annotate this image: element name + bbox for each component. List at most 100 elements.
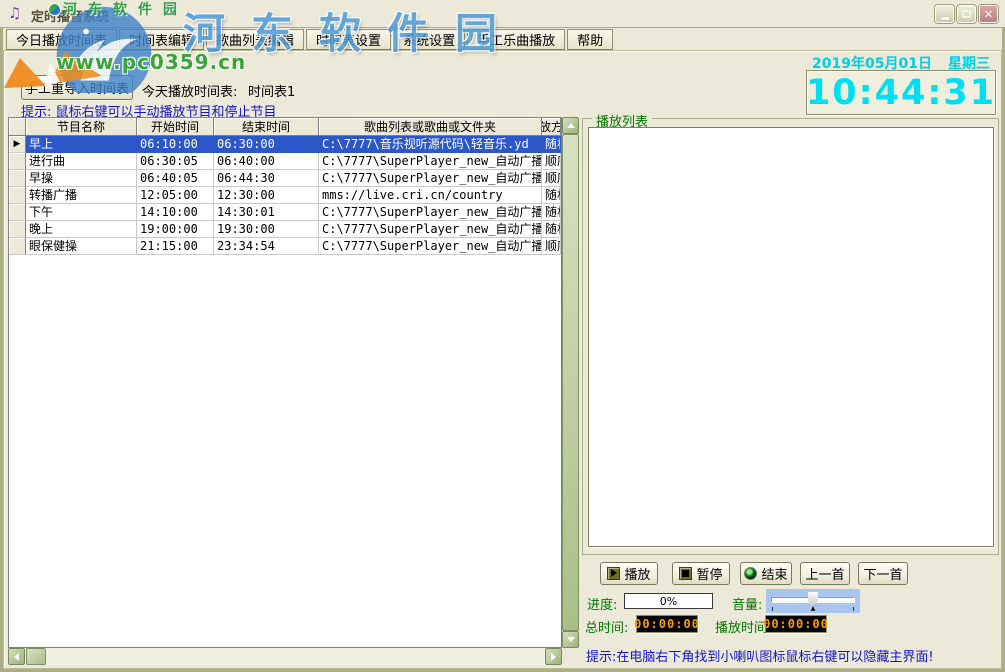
menu-tab-bar: 今日播放时间表时间表编辑歌曲列表编辑时间表设置系统设置手工乐曲播放帮助 [6,29,613,50]
minimize-button[interactable] [935,5,954,23]
cell-program-name: 眼保健操 [26,238,137,255]
volume-tick-left [772,607,773,611]
menu-tab[interactable]: 歌曲列表编辑 [206,29,304,50]
scroll-down-button[interactable] [562,631,579,648]
cell-program-name: 下午 [26,204,137,221]
cell-start-time: 21:15:00 [137,238,214,255]
column-header-source[interactable]: 歌曲列表或歌曲或文件夹 [319,118,542,136]
chevron-up-icon [567,119,575,128]
minimize-icon [941,17,949,20]
table-row[interactable]: 下午 14:10:00 14:30:01 C:\7777\SuperPlayer… [9,204,561,221]
row-indicator-cell [9,204,26,221]
menu-tab[interactable]: 时间表设置 [306,29,391,50]
pause-button[interactable]: 暂停 [672,562,730,585]
today-schedule-value: 时间表1 [248,81,295,100]
chevron-right-icon [551,653,560,661]
table-row[interactable]: 晚上 19:00:00 19:30:00 C:\7777\SuperPlayer… [9,221,561,238]
table-row[interactable]: 早操 06:40:05 06:44:30 C:\7777\SuperPlayer… [9,170,561,187]
music-note-icon: ♫ [8,4,21,22]
vertical-scroll-thumb[interactable] [562,134,579,631]
tray-hint: 提示:在电脑右下角找到小喇叭图标鼠标右键可以隐藏主界面! [586,646,934,665]
row-indicator-cell [9,187,26,204]
column-header-mode[interactable]: 播放方式 [542,118,561,136]
scroll-up-button[interactable] [562,117,579,134]
play-time-display: 00:00:00 [765,615,827,633]
chevron-down-icon [567,637,575,646]
header-indicator-cell [9,118,26,136]
cell-source-path: C:\7777\SuperPlayer_new_自动广播系统\m [319,170,542,187]
next-track-button[interactable]: 下一首 [858,562,908,585]
volume-center-mark: ▲ [811,605,816,612]
reimport-schedule-button[interactable]: 手工重导入时间表 [21,75,133,100]
stop-label: 结束 [761,564,787,583]
schedule-table: 节目名称 开始时间 结束时间 歌曲列表或歌曲或文件夹 播放方式 早上 06:10… [8,117,562,648]
window-controls: ✕ [935,5,998,23]
scroll-left-button[interactable] [8,648,25,665]
menu-tab[interactable]: 手工乐曲播放 [467,29,565,50]
previous-track-label: 上一首 [805,564,844,583]
play-time-label: 播放时间 [715,617,767,636]
row-indicator-cell [9,153,26,170]
previous-track-button[interactable]: 上一首 [800,562,850,585]
cell-end-time: 12:30:00 [214,187,319,204]
play-label: 播放 [624,564,650,583]
close-button[interactable]: ✕ [979,5,998,23]
stop-icon [744,567,757,580]
cell-source-path: mms://live.cri.cn/country [319,187,542,204]
cell-start-time: 06:40:05 [137,170,214,187]
cell-source-path: C:\7777\SuperPlayer_new_自动广播系统\m [319,204,542,221]
horizontal-scroll-thumb[interactable] [26,648,46,665]
volume-tick-right [853,607,854,611]
table-body: 早上 06:10:00 06:30:00 C:\7777\音乐视听源代码\轻音乐… [9,136,561,255]
volume-slider[interactable]: ▲ [766,589,860,613]
cell-play-mode: 随机 [542,204,561,221]
maximize-icon [962,10,971,18]
cell-program-name: 早操 [26,170,137,187]
column-header-end[interactable]: 结束时间 [214,118,319,136]
maximize-button[interactable] [957,5,976,23]
table-row[interactable]: 眼保健操 21:15:00 23:34:54 C:\7777\SuperPlay… [9,238,561,255]
stop-button[interactable]: 结束 [740,562,792,585]
table-vertical-scrollbar[interactable] [562,117,579,648]
pause-label: 暂停 [696,564,722,583]
cell-play-mode: 顺序 [542,238,561,255]
cell-end-time: 19:30:00 [214,221,319,238]
playlist-listbox[interactable] [588,127,994,547]
cell-end-time: 06:40:00 [214,153,319,170]
total-time-display: 00:00:00 [636,615,698,633]
cell-play-mode: 随机 [542,221,561,238]
cell-source-path: C:\7777\SuperPlayer_new_自动广播系统\m [319,238,542,255]
cell-end-time: 14:30:01 [214,204,319,221]
table-row[interactable]: 转播广播 12:05:00 12:30:00 mms://live.cri.cn… [9,187,561,204]
play-icon [607,567,620,580]
volume-label: 音量: [732,594,762,613]
total-time-label: 总时间: [585,617,628,636]
menu-tab[interactable]: 今日播放时间表 [6,29,117,50]
cell-play-mode: 随机 [542,187,561,204]
cell-program-name: 转播广播 [26,187,137,204]
cell-play-mode: 顺序 [542,153,561,170]
row-indicator-cell [9,238,26,255]
next-track-label: 下一首 [863,564,902,583]
pause-icon [679,567,692,580]
progress-value: 0% [660,595,677,608]
table-horizontal-scrollbar[interactable] [8,648,562,665]
cell-source-path: C:\7777\音乐视听源代码\轻音乐.yd [319,136,542,153]
table-row[interactable]: 早上 06:10:00 06:30:00 C:\7777\音乐视听源代码\轻音乐… [9,136,561,153]
cell-start-time: 14:10:00 [137,204,214,221]
column-header-program[interactable]: 节目名称 [26,118,137,136]
menu-tab[interactable]: 时间表编辑 [119,29,204,50]
column-header-start[interactable]: 开始时间 [137,118,214,136]
table-row[interactable]: 进行曲 06:30:05 06:40:00 C:\7777\SuperPlaye… [9,153,561,170]
scroll-right-button[interactable] [545,648,562,665]
cell-end-time: 23:34:54 [214,238,319,255]
cell-source-path: C:\7777\SuperPlayer_new_自动广播系统\m [319,153,542,170]
cell-start-time: 06:10:00 [137,136,214,153]
window-title: 定时播音系统 [31,6,109,25]
cell-source-path: C:\7777\SuperPlayer_new_自动广播系统\m [319,221,542,238]
cell-play-mode: 随机 [542,136,561,153]
menu-tab[interactable]: 帮助 [567,29,613,50]
menu-tab[interactable]: 系统设置 [393,29,465,50]
cell-start-time: 19:00:00 [137,221,214,238]
play-button[interactable]: 播放 [600,562,658,585]
